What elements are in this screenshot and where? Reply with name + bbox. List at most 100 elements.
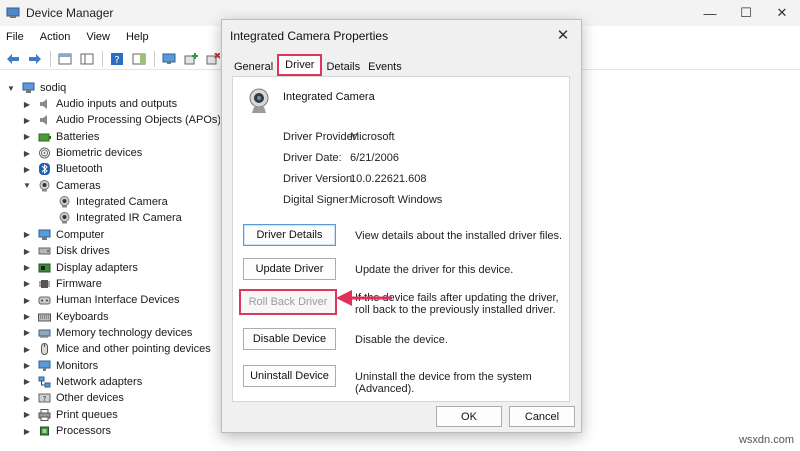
camera-icon (58, 196, 71, 208)
chevron-right-icon[interactable]: ▶ (22, 296, 32, 305)
tree-item-label: Integrated IR Camera (76, 212, 182, 225)
tree-item-label: Bluetooth (56, 163, 103, 176)
chevron-right-icon[interactable]: ▶ (22, 165, 32, 174)
tree-item-network-adapters[interactable]: ▶ Network adapters (22, 374, 142, 390)
help-icon[interactable]: ? (108, 51, 126, 67)
chevron-right-icon[interactable]: ▶ (22, 361, 32, 370)
tree-item-other-devices[interactable]: ▶? Other devices (22, 390, 124, 406)
tab-general[interactable]: General (230, 58, 277, 76)
chevron-right-icon[interactable]: ▶ (22, 149, 32, 158)
driver-date-value: 6/21/2006 (350, 152, 399, 164)
tree-item-label: Audio Processing Objects (APOs) (56, 114, 220, 127)
tab-driver[interactable]: Driver (277, 54, 323, 76)
tree-item-label: Batteries (56, 130, 100, 143)
tree-item-label: Human Interface Devices (56, 294, 180, 307)
chip-icon (38, 278, 51, 290)
action-pane-icon[interactable] (130, 51, 148, 67)
driver-version-value: 10.0.22621.608 (350, 173, 427, 185)
chevron-right-icon[interactable]: ▶ (22, 394, 32, 403)
chevron-right-icon[interactable]: ▶ (22, 116, 32, 125)
menu-action[interactable]: Action (40, 31, 71, 43)
roll-back-driver-button[interactable]: Roll Back Driver (239, 289, 337, 315)
computer-icon (22, 82, 35, 94)
camera-icon (58, 212, 71, 224)
tree-item-cameras[interactable]: ▼ Cameras (22, 178, 101, 194)
console-tree-icon[interactable] (78, 51, 96, 67)
memory-icon (38, 327, 51, 339)
tree-item-keyboards[interactable]: ▶ Keyboards (22, 309, 109, 325)
forward-arrow-icon[interactable] (26, 51, 44, 67)
window-title: Device Manager (26, 6, 114, 20)
driver-date-label: Driver Date: (283, 152, 342, 164)
tree-item-label: Display adapters (56, 261, 138, 274)
tree-item-biometric-devices[interactable]: ▶ Biometric devices (22, 145, 142, 161)
update-driver-button[interactable]: Update Driver (243, 258, 336, 280)
tab-details[interactable]: Details (322, 58, 364, 76)
chevron-down-icon[interactable]: ▼ (22, 181, 32, 190)
chevron-down-icon[interactable]: ▼ (6, 84, 16, 93)
maximize-button[interactable]: ☐ (728, 0, 764, 26)
tree-item-monitors[interactable]: ▶ Monitors (22, 358, 98, 374)
battery-icon (38, 131, 51, 143)
tree-item-print-queues[interactable]: ▶ Print queues (22, 407, 118, 423)
add-driver-icon[interactable] (182, 51, 200, 67)
details-pane (580, 72, 800, 451)
chevron-right-icon[interactable]: ▶ (22, 377, 32, 386)
disable-device-description: Disable the device. (355, 334, 448, 346)
minimize-button[interactable]: — (692, 0, 728, 26)
back-arrow-icon[interactable] (4, 51, 22, 67)
tree-item-audio-inputs-and-outputs[interactable]: ▶ Audio inputs and outputs (22, 96, 177, 112)
dialog-close-button[interactable]: ✕ (553, 25, 573, 45)
chevron-right-icon[interactable]: ▶ (22, 279, 32, 288)
chevron-right-icon[interactable]: ▶ (22, 247, 32, 256)
close-button[interactable]: ✕ (764, 0, 800, 26)
tree-item-display-adapters[interactable]: ▶ Display adapters (22, 260, 138, 276)
chevron-right-icon[interactable]: ▶ (22, 312, 32, 321)
chevron-right-icon[interactable]: ▶ (22, 345, 32, 354)
chevron-right-icon[interactable]: ▶ (22, 263, 32, 272)
chevron-right-icon[interactable]: ▶ (22, 427, 32, 436)
tree-item-firmware[interactable]: ▶ Firmware (22, 276, 102, 292)
speaker-icon (38, 114, 51, 126)
tree-item-memory-technology-devices[interactable]: ▶ Memory technology devices (22, 325, 192, 341)
tree-item-label: Monitors (56, 359, 99, 372)
tree-item-batteries[interactable]: ▶ Batteries (22, 129, 100, 145)
driver-version-label: Driver Version: (283, 173, 356, 185)
svg-text:?: ? (114, 55, 119, 65)
menu-help[interactable]: Help (126, 31, 149, 43)
tree-root[interactable]: ▼ sodiq (6, 80, 66, 96)
menu-view[interactable]: View (86, 31, 110, 43)
tree-item-audio-processing-objects-apos[interactable]: ▶ Audio Processing Objects (APOs) (22, 112, 220, 128)
disable-device-button[interactable]: Disable Device (243, 328, 336, 350)
monitor-scan-icon[interactable] (160, 51, 178, 67)
ok-button[interactable]: OK (436, 406, 502, 427)
tree-item-integrated-ir-camera[interactable]: Integrated IR Camera (58, 210, 182, 226)
menu-file[interactable]: File (6, 31, 24, 43)
tree-item-processors[interactable]: ▶ Processors (22, 423, 111, 439)
tab-events[interactable]: Events (364, 58, 406, 76)
driver-provider-label: Driver Provider: (283, 131, 360, 143)
remove-device-icon[interactable] (204, 51, 222, 67)
digital-signer-label: Digital Signer: (283, 194, 352, 206)
watermark: wsxdn.com (738, 434, 794, 446)
tree-item-integrated-camera[interactable]: Integrated Camera (58, 194, 168, 210)
cancel-button[interactable]: Cancel (509, 406, 575, 427)
driver-details-button[interactable]: Driver Details (243, 224, 336, 246)
webcam-icon (247, 87, 271, 115)
properties-icon[interactable] (56, 51, 74, 67)
chevron-right-icon[interactable]: ▶ (22, 132, 32, 141)
chevron-right-icon[interactable]: ▶ (22, 410, 32, 419)
tree-item-computer[interactable]: ▶ Computer (22, 227, 104, 243)
tree-item-human-interface-devices[interactable]: ▶ Human Interface Devices (22, 292, 180, 308)
tree-item-disk-drives[interactable]: ▶ Disk drives (22, 243, 110, 259)
tree-item-label: Audio inputs and outputs (56, 98, 178, 110)
tree-item-mice-and-other-pointing-devices[interactable]: ▶ Mice and other pointing devices (22, 341, 211, 357)
device-manager-icon (6, 7, 20, 19)
tree-item-bluetooth[interactable]: ▶ Bluetooth (22, 161, 102, 177)
uninstall-device-button[interactable]: Uninstall Device (243, 365, 336, 387)
tree-item-label: Print queues (56, 408, 118, 421)
chevron-right-icon[interactable]: ▶ (22, 100, 32, 109)
chevron-right-icon[interactable]: ▶ (22, 230, 32, 239)
tree-item-label: Memory technology devices (56, 326, 193, 339)
chevron-right-icon[interactable]: ▶ (22, 328, 32, 337)
